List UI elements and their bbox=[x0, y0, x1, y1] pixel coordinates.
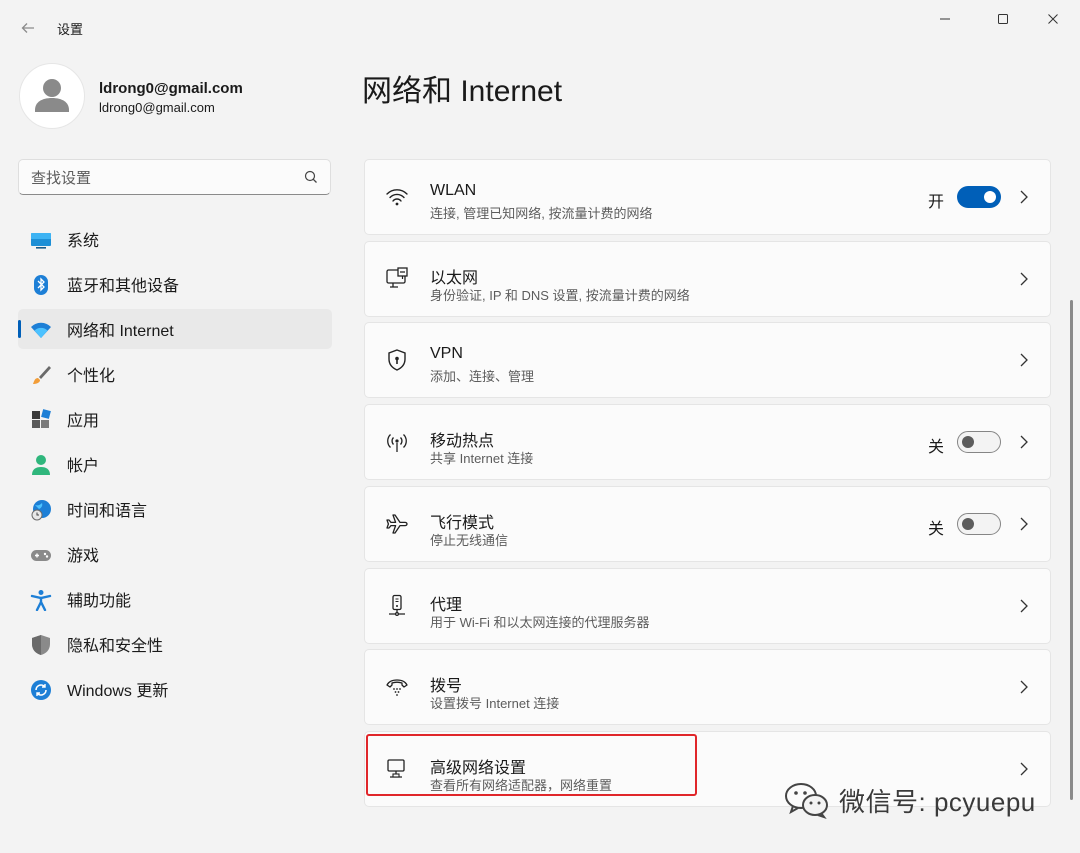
sidebar-item-apps[interactable]: 应用 bbox=[18, 399, 332, 439]
user-avatar-icon bbox=[35, 79, 69, 112]
chevron-right-icon bbox=[1020, 599, 1028, 613]
sidebar-nav: 系统 蓝牙和其他设备 网络和 Internet 个性化 应用 帐户 时间和语言 … bbox=[18, 219, 332, 714]
toggle-knob bbox=[984, 191, 996, 203]
sidebar-item-gaming[interactable]: 游戏 bbox=[18, 534, 332, 574]
proxy-icon bbox=[384, 593, 410, 619]
airplane-mode-card[interactable]: 飞行模式 停止无线通信 关 bbox=[364, 486, 1051, 562]
shield-icon bbox=[30, 634, 52, 656]
toggle-knob bbox=[962, 436, 974, 448]
maximize-button[interactable] bbox=[980, 6, 1026, 32]
page-title: 网络和 Internet bbox=[362, 75, 563, 108]
chevron-right-icon bbox=[1020, 353, 1028, 367]
accessibility-icon bbox=[30, 589, 52, 611]
close-icon bbox=[1048, 14, 1058, 24]
chevron-right-icon bbox=[1020, 762, 1028, 776]
chevron-right-icon bbox=[1020, 435, 1028, 449]
wlan-card[interactable]: WLAN 连接, 管理已知网络, 按流量计费的网络 开 bbox=[364, 159, 1051, 235]
card-description: 连接, 管理已知网络, 按流量计费的网络 bbox=[430, 206, 653, 221]
wifi-icon bbox=[30, 319, 52, 341]
chevron-right-icon bbox=[1020, 272, 1028, 286]
card-title: WLAN bbox=[430, 182, 477, 199]
vpn-shield-icon bbox=[384, 347, 410, 373]
gamepad-icon bbox=[30, 544, 52, 566]
watermark-text: 微信号: pcyuepu bbox=[839, 786, 1036, 817]
proxy-card[interactable]: 代理 用于 Wi-Fi 和以太网连接的代理服务器 bbox=[364, 568, 1051, 644]
card-description: 身份验证, IP 和 DNS 设置, 按流量计费的网络 bbox=[430, 288, 690, 303]
card-description: 添加、连接、管理 bbox=[430, 369, 535, 384]
dialup-icon bbox=[384, 674, 410, 700]
card-title: VPN bbox=[430, 345, 463, 362]
sidebar-item-system[interactable]: 系统 bbox=[18, 219, 332, 259]
sidebar-item-accounts[interactable]: 帐户 bbox=[18, 444, 332, 484]
chevron-right-icon bbox=[1020, 190, 1028, 204]
card-description: 共享 Internet 连接 bbox=[430, 451, 534, 466]
airplane-icon bbox=[384, 511, 410, 537]
hotspot-toggle[interactable] bbox=[957, 431, 1001, 453]
sidebar-item-bluetooth[interactable]: 蓝牙和其他设备 bbox=[18, 264, 332, 304]
ethernet-icon bbox=[384, 266, 410, 292]
card-description: 停止无线通信 bbox=[430, 533, 509, 548]
bluetooth-icon bbox=[30, 274, 52, 296]
globe-clock-icon bbox=[30, 499, 52, 521]
brush-icon bbox=[30, 364, 52, 386]
sidebar-item-label: 隐私和安全性 bbox=[67, 638, 164, 655]
update-icon bbox=[30, 679, 52, 701]
sidebar-item-personalization[interactable]: 个性化 bbox=[18, 354, 332, 394]
apps-icon bbox=[30, 409, 52, 431]
search-box[interactable] bbox=[18, 159, 331, 195]
hotspot-icon bbox=[384, 429, 410, 455]
search-icon[interactable] bbox=[302, 168, 320, 186]
sidebar-item-accessibility[interactable]: 辅助功能 bbox=[18, 579, 332, 619]
wechat-icon bbox=[785, 783, 828, 819]
back-button[interactable] bbox=[14, 14, 42, 42]
vpn-card[interactable]: VPN 添加、连接、管理 bbox=[364, 322, 1051, 398]
person-icon bbox=[30, 454, 52, 476]
sidebar-item-label: 帐户 bbox=[67, 458, 100, 475]
sidebar-item-label: 蓝牙和其他设备 bbox=[67, 278, 180, 295]
chevron-right-icon bbox=[1020, 517, 1028, 531]
dialup-card[interactable]: 拨号 设置拨号 Internet 连接 bbox=[364, 649, 1051, 725]
sidebar-item-network[interactable]: 网络和 Internet bbox=[18, 309, 332, 349]
sidebar-item-label: 网络和 Internet bbox=[67, 323, 174, 340]
card-description: 用于 Wi-Fi 和以太网连接的代理服务器 bbox=[430, 615, 650, 630]
airplane-mode-toggle[interactable] bbox=[957, 513, 1001, 535]
wifi-icon bbox=[384, 184, 410, 210]
account-name: ldrong0@gmail.com bbox=[99, 80, 243, 97]
sidebar-item-label: 系统 bbox=[67, 233, 100, 250]
watermark: 微信号: pcyuepu bbox=[783, 780, 1036, 820]
ethernet-card[interactable]: 以太网 身份验证, IP 和 DNS 设置, 按流量计费的网络 bbox=[364, 241, 1051, 317]
toggle-state-label: 开 bbox=[927, 194, 944, 211]
close-button[interactable] bbox=[1030, 6, 1076, 32]
sidebar-item-time-language[interactable]: 时间和语言 bbox=[18, 489, 332, 529]
sidebar-item-label: 辅助功能 bbox=[67, 593, 132, 610]
monitor-icon bbox=[30, 229, 52, 251]
maximize-icon bbox=[998, 14, 1008, 24]
sidebar-item-label: 时间和语言 bbox=[67, 503, 148, 520]
title-bar: 设置 bbox=[0, 0, 1080, 50]
highlight-annotation-box bbox=[366, 734, 697, 796]
app-title: 设置 bbox=[57, 22, 84, 37]
sidebar-item-privacy[interactable]: 隐私和安全性 bbox=[18, 624, 332, 664]
chevron-right-icon bbox=[1020, 680, 1028, 694]
sidebar-item-label: 应用 bbox=[67, 413, 100, 430]
card-description: 设置拨号 Internet 连接 bbox=[430, 696, 560, 711]
sidebar-item-label: Windows 更新 bbox=[67, 683, 169, 700]
wlan-toggle[interactable] bbox=[957, 186, 1001, 208]
minimize-icon bbox=[940, 18, 950, 20]
toggle-state-label: 关 bbox=[927, 521, 944, 538]
mobile-hotspot-card[interactable]: 移动热点 共享 Internet 连接 关 bbox=[364, 404, 1051, 480]
sidebar-item-label: 游戏 bbox=[67, 548, 100, 565]
sidebar-item-windows-update[interactable]: Windows 更新 bbox=[18, 669, 332, 709]
toggle-state-label: 关 bbox=[927, 439, 944, 456]
back-arrow-icon bbox=[21, 23, 34, 33]
minimize-button[interactable] bbox=[922, 6, 968, 32]
avatar[interactable] bbox=[19, 63, 85, 129]
sidebar-item-label: 个性化 bbox=[67, 368, 116, 385]
scrollbar[interactable] bbox=[1070, 300, 1073, 800]
account-email: ldrong0@gmail.com bbox=[99, 100, 215, 115]
toggle-knob bbox=[962, 518, 974, 530]
search-input[interactable] bbox=[29, 166, 293, 190]
